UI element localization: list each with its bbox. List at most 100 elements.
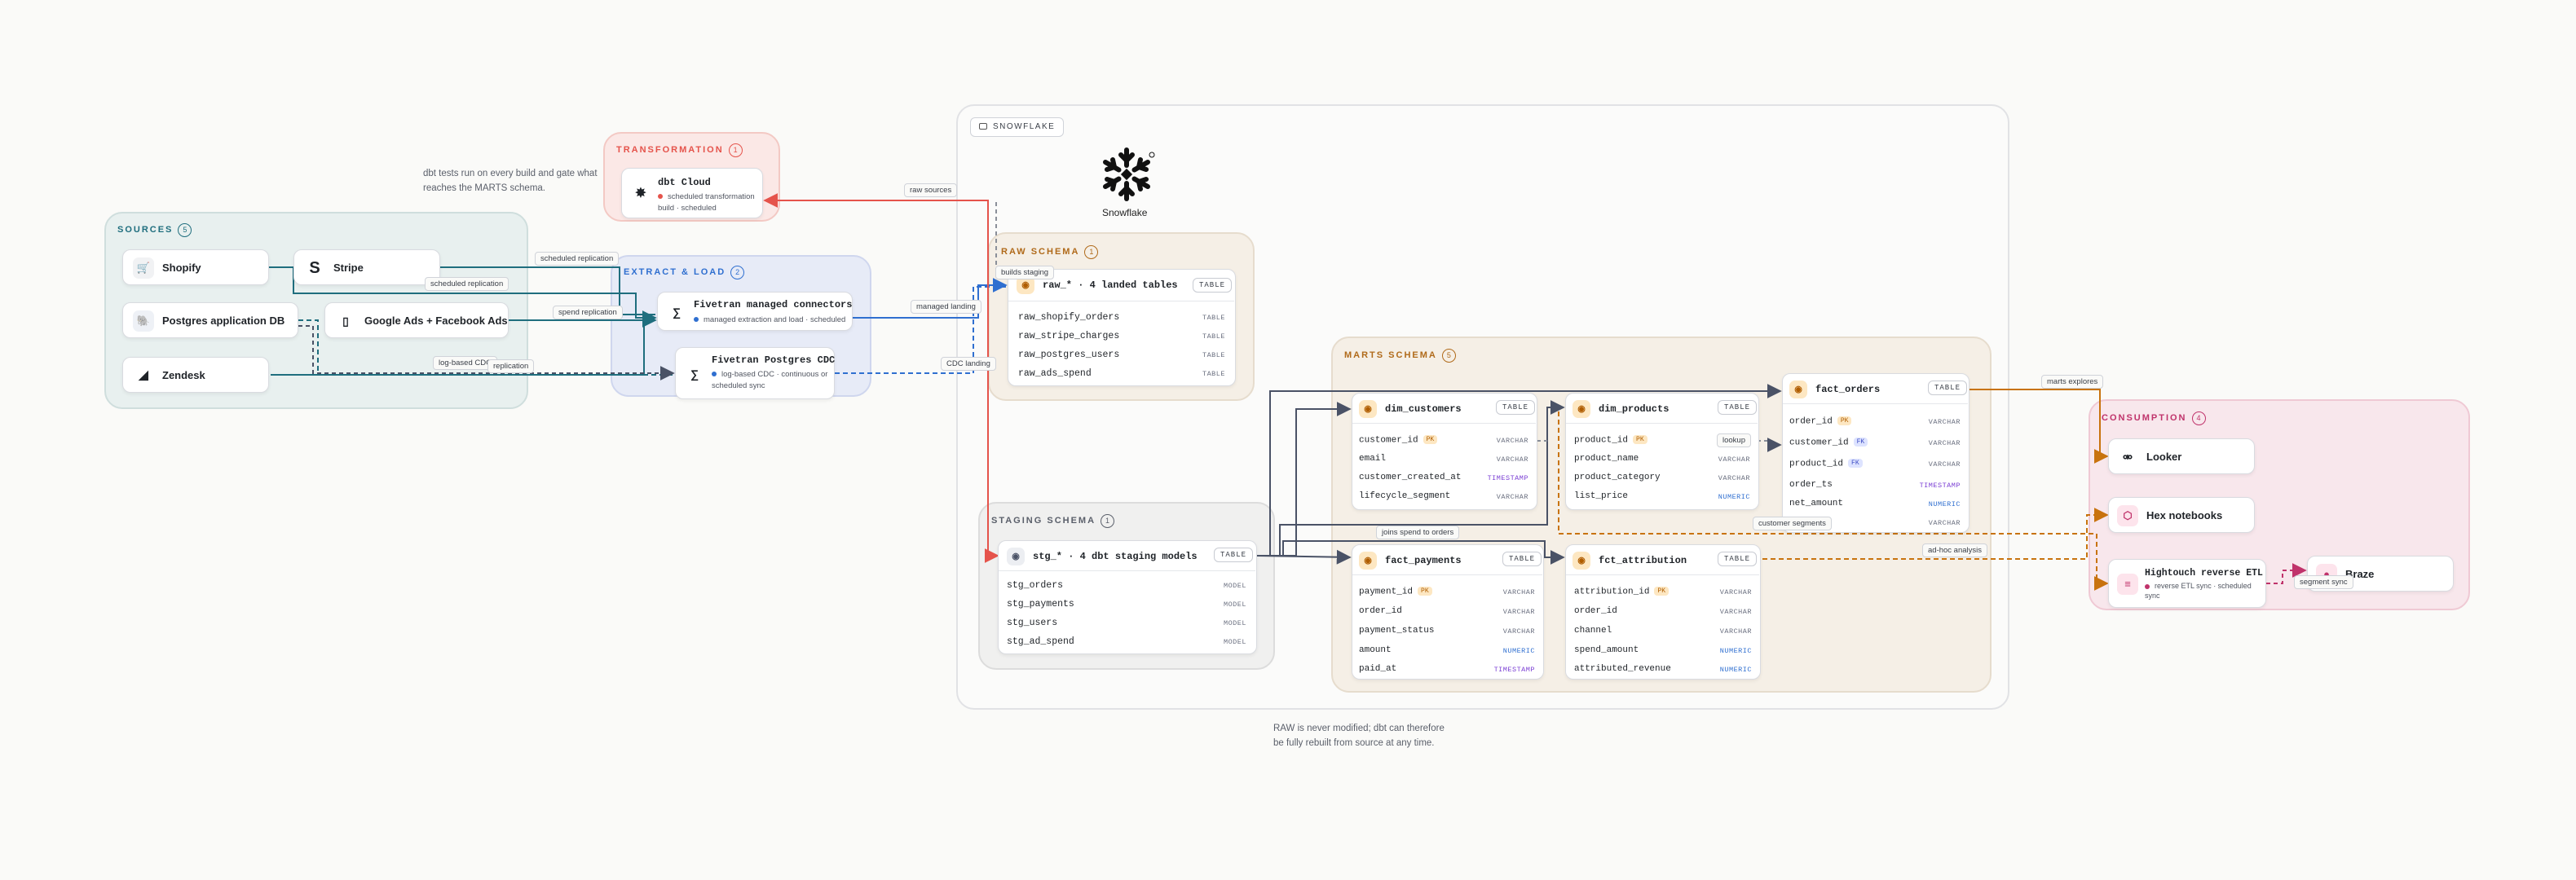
database-icon: [979, 123, 987, 130]
edge-label-replication: replication: [487, 359, 535, 373]
fivetran-managed-sub: managed extraction and load · scheduled: [694, 315, 845, 326]
fact-payments-table[interactable]: ◉ fact_payments TABLE payment_id PK VARCH…: [1352, 544, 1544, 680]
source-zendesk-label: Zendesk: [162, 369, 205, 381]
fct-attribution-row: channel: [1574, 626, 1612, 636]
fact-payments-row: paid_at: [1359, 664, 1397, 674]
dim-products-row: product_category: [1574, 473, 1661, 482]
table-icon: ◉: [1573, 552, 1590, 570]
transformation-group-label: TRANSFORMATION 1: [616, 143, 743, 157]
source-postgres[interactable]: 🐘 Postgres application DB: [122, 302, 298, 338]
fact-orders-type: VARCHAR: [1928, 439, 1961, 447]
looker-icon: ⚮: [2117, 447, 2138, 468]
consumer-hightouch-title: Hightouch reverse ETL: [2145, 568, 2263, 579]
consumer-looker-label: Looker: [2146, 451, 2182, 463]
source-stripe[interactable]: S Stripe: [293, 249, 440, 285]
dim-customers-table[interactable]: ◉ dim_customers TABLE customer_id PK VARC…: [1352, 393, 1537, 510]
dim-products-table[interactable]: ◉ dim_products TABLE product_idPK VARCHA…: [1565, 393, 1759, 510]
stg-staging-models[interactable]: ◉ stg_* · 4 dbt staging models TABLE stg…: [998, 540, 1257, 654]
fct-attribution-row: spend_amount: [1574, 645, 1639, 655]
dbt-cloud-sub: scheduled transformation build · schedul…: [658, 192, 755, 213]
dim-customers-row: email: [1359, 454, 1387, 464]
dbt-cloud-title: dbt Cloud: [658, 177, 711, 188]
fact-payments-type: VARCHAR: [1502, 588, 1535, 596]
fact-orders-type: VARCHAR: [1928, 460, 1961, 469]
edge-label-builds-staging: builds staging: [995, 266, 1055, 279]
model-icon: ◉: [1007, 548, 1025, 565]
fact-orders-row: customer_id FK: [1789, 438, 1868, 447]
raw-row-type: TABLE: [1202, 314, 1225, 322]
fact-payments-tag: TABLE: [1502, 552, 1542, 566]
shopify-icon: 🛒: [133, 257, 154, 279]
dim-customers-type: VARCHAR: [1496, 437, 1528, 445]
snowflake-logo-icon: [1103, 147, 1155, 201]
fact-orders-row: product_id FK: [1789, 459, 1863, 469]
hex-notebook-icon: ⬡: [2117, 505, 2138, 526]
source-shopify[interactable]: 🛒 Shopify: [122, 249, 269, 285]
edge-label-lookup: lookup: [1717, 433, 1751, 447]
dbt-cloud-node[interactable]: ✸ dbt Cloud scheduled transformation bui…: [621, 168, 763, 218]
fact-payments-row: order_id: [1359, 606, 1402, 616]
stg-row-type: MODEL: [1223, 619, 1246, 627]
fact-payments-type: VARCHAR: [1502, 608, 1535, 616]
source-postgres-label: Postgres application DB: [162, 315, 285, 327]
fct-attribution-tag: TABLE: [1718, 552, 1758, 566]
fact-payments-type: VARCHAR: [1502, 627, 1535, 636]
stg-row-name: stg_ad_spend: [1007, 636, 1074, 647]
fact-orders-type: NUMERIC: [1928, 500, 1961, 508]
consumer-hightouch[interactable]: ≡ Hightouch reverse ETL reverse ETL sync…: [2108, 559, 2266, 608]
dim-products-row: list_price: [1574, 491, 1629, 501]
fivetran-cdc-node[interactable]: ∑ Fivetran Postgres CDC log-based CDC · …: [675, 347, 835, 399]
source-google-ads[interactable]: ▯ Google Ads + Facebook Ads: [324, 302, 509, 338]
dbt-tests-note: dbt tests run on every build and gate wh…: [423, 169, 598, 193]
fivetran-cdc-sub: log-based CDC · continuous or scheduled …: [712, 370, 828, 390]
table-icon: ◉: [1359, 552, 1377, 570]
fact-orders-table[interactable]: ◉ fact_orders TABLE order_id PK VARCHAR c…: [1782, 373, 1969, 533]
dim-customers-type: VARCHAR: [1496, 455, 1528, 464]
fact-orders-row: order_ts: [1789, 480, 1833, 490]
fact-orders-row: net_amount: [1789, 499, 1844, 508]
raw-row-name: raw_ads_spend: [1018, 368, 1092, 379]
stg-row-name: stg_payments: [1007, 599, 1074, 609]
fact-payments-row: payment_status: [1359, 626, 1435, 636]
fact-payments-type: NUMERIC: [1502, 647, 1535, 655]
consumer-looker[interactable]: ⚮ Looker: [2108, 438, 2255, 474]
fivetran-managed-title: Fivetran managed connectors: [694, 299, 853, 310]
bar-chart-icon: ▯: [335, 310, 356, 332]
dim-products-tag: TABLE: [1718, 400, 1758, 415]
raw-immutable-note: RAW is never modified; dbt can therefore…: [1273, 724, 1445, 748]
source-zendesk[interactable]: ◢ Zendesk: [122, 357, 269, 393]
fivetran-cdc-title: Fivetran Postgres CDC: [712, 354, 836, 366]
fivetran-icon: ∑: [666, 301, 687, 323]
table-icon: ◉: [1789, 381, 1807, 398]
edge-label-scheduled-replication-2: scheduled replication: [425, 277, 509, 291]
fact-payments-row: amount: [1359, 645, 1392, 655]
edge-label-joins-spend: joins spend to orders: [1376, 526, 1460, 539]
raw-table-title: raw_* · 4 landed tables: [1043, 279, 1178, 291]
dim-customers-row: lifecycle_segment: [1359, 491, 1451, 501]
fact-payments-type: TIMESTAMP: [1493, 666, 1535, 674]
stg-table-title: stg_* · 4 dbt staging models: [1033, 551, 1198, 562]
edge-label-managed-landing: managed landing: [911, 300, 981, 314]
edge-label-spend-replication: spend replication: [553, 306, 623, 319]
fivetran-managed-node[interactable]: ∑ Fivetran managed connectors managed ex…: [657, 292, 853, 331]
source-stripe-label: Stripe: [333, 262, 364, 274]
edge-label-segment-sync: segment sync: [2294, 575, 2353, 589]
fct-attribution-type: VARCHAR: [1719, 627, 1752, 636]
raw-row-name: raw_shopify_orders: [1018, 312, 1120, 323]
raw-landed-tables[interactable]: ◉ raw_* · 4 landed tables TABLE raw_shop…: [1008, 269, 1236, 386]
fct-attribution-type: VARCHAR: [1719, 608, 1752, 616]
fct-attribution-row: order_id: [1574, 606, 1617, 616]
stg-row-type: MODEL: [1223, 582, 1246, 590]
fact-orders-type: VARCHAR: [1928, 519, 1961, 527]
consumption-group-label: CONSUMPTION 4: [2102, 411, 2206, 425]
staging-schema-group-label: STAGING SCHEMA 1: [991, 514, 1115, 528]
sources-group-label: SOURCES 5: [117, 223, 192, 237]
fct-attribution-table[interactable]: ◉ fct_attribution TABLE attribution_id PK…: [1565, 544, 1761, 680]
dbt-icon: ✸: [630, 183, 651, 205]
dim-products-row: product_name: [1574, 454, 1639, 464]
edge-label-customer-segments: customer segments: [1753, 517, 1832, 530]
consumer-hex[interactable]: ⬡ Hex notebooks: [2108, 497, 2255, 533]
stg-row-type: MODEL: [1223, 601, 1246, 609]
raw-table-tag: TABLE: [1193, 278, 1233, 293]
snowflake-group-tag: SNOWFLAKE: [970, 117, 1065, 137]
